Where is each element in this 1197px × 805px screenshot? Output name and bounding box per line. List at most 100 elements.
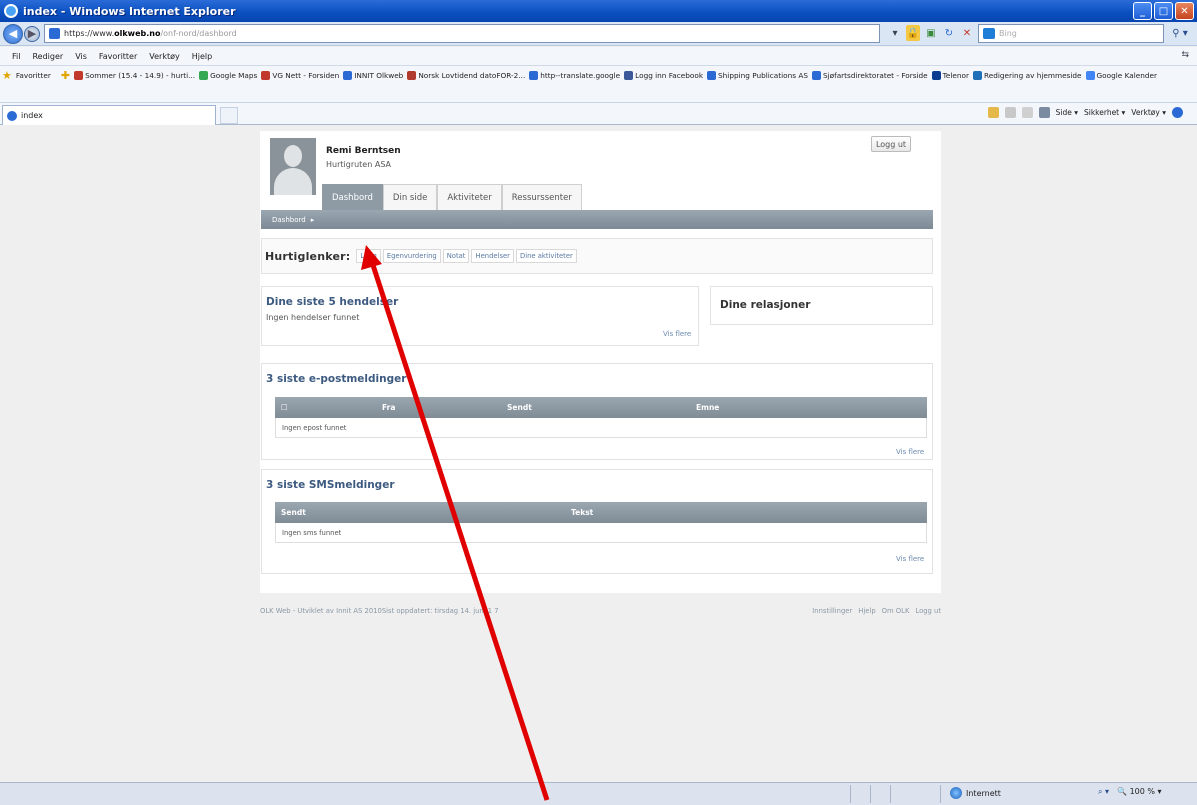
cmd-sikkerhet[interactable]: Sikkerhet ▾ — [1084, 108, 1125, 117]
favorites-button[interactable]: Favoritter — [16, 71, 51, 80]
sms-table: Sendt Tekst Ingen sms funnet — [275, 502, 927, 543]
tab-bar: index Side ▾ Sikkerhet ▾ Verktøy ▾ — [0, 103, 1197, 125]
favorite-site-icon — [343, 71, 353, 80]
tab-din-side[interactable]: Din side — [382, 184, 438, 210]
stop-icon[interactable]: ✕ — [960, 25, 974, 41]
home-icon[interactable] — [987, 107, 999, 118]
compatibility-icon[interactable]: ▣ — [924, 25, 938, 41]
help-icon[interactable] — [1172, 107, 1183, 118]
menu-favoritter[interactable]: Favoritter — [99, 52, 137, 61]
favorite-label: Logg inn Facebook — [635, 71, 704, 80]
forward-button[interactable]: ▶ — [24, 25, 40, 42]
breadcrumb-item[interactable]: Dashbord — [272, 216, 306, 224]
feeds-icon[interactable] — [1004, 107, 1016, 118]
maximize-button[interactable]: □ — [1154, 2, 1173, 20]
cmd-verktoy[interactable]: Verktøy ▾ — [1131, 108, 1166, 117]
window-titlebar: index - Windows Internet Explorer _ □ ✕ — [0, 0, 1197, 22]
footer-logg-ut[interactable]: Logg ut — [915, 607, 941, 615]
sms-more-link[interactable]: Vis flere — [896, 555, 924, 563]
favorite-link[interactable]: Telenor — [931, 71, 969, 80]
zoom-level[interactable]: 🔍 100 % ▾ — [1117, 787, 1162, 797]
print-icon[interactable] — [1038, 107, 1050, 118]
cmd-side[interactable]: Side ▾ — [1056, 108, 1078, 117]
add-favorite-icon[interactable]: ✚ — [61, 69, 70, 82]
favorites-star-icon[interactable]: ★ — [2, 69, 12, 82]
favorite-site-icon — [972, 71, 982, 80]
quicklink-logg[interactable]: Logg — [356, 249, 381, 263]
quicklink-hendelser[interactable]: Hendelser — [471, 249, 514, 263]
bing-icon — [983, 28, 995, 39]
favorite-link[interactable]: Google Kalender — [1085, 71, 1157, 80]
email-table-header: ☐ Fra Sendt Emne — [275, 397, 927, 418]
search-icon[interactable]: ⚲ ▾ — [1168, 25, 1192, 42]
footer-innstillinger[interactable]: Innstillinger — [812, 607, 852, 615]
favorite-link[interactable]: Sjøfartsdirektoratet - Forside — [812, 71, 928, 80]
footer-om-olk[interactable]: Om OLK — [882, 607, 910, 615]
search-input[interactable]: Bing — [978, 24, 1164, 43]
menu-verktoy[interactable]: Verktøy — [149, 52, 179, 61]
protected-mode-icon[interactable]: ⌕ ▾ — [1098, 787, 1109, 797]
sms-col-sendt[interactable]: Sendt — [281, 508, 306, 517]
email-select-icon[interactable]: ☐ — [281, 403, 288, 412]
favorite-label: VG Nett - Forsiden — [272, 71, 340, 80]
favorite-link[interactable]: http--translate.google — [529, 71, 620, 80]
tab-ressurssenter[interactable]: Ressurssenter — [501, 184, 582, 210]
menu-rediger[interactable]: Rediger — [32, 52, 63, 61]
quicklink-egenvurdering[interactable]: Egenvurdering — [382, 249, 441, 263]
favorite-link[interactable]: Logg inn Facebook — [624, 71, 703, 80]
tab-dashbord[interactable]: Dashbord — [322, 184, 383, 210]
favorite-label: Sjøfartsdirektoratet - Forside — [823, 71, 928, 80]
favorite-link[interactable]: Norsk Lovtidend datoFOR-2... — [407, 71, 525, 80]
avatar — [270, 138, 316, 195]
email-more-link[interactable]: Vis flere — [896, 448, 924, 456]
status-separator — [890, 785, 891, 803]
mail-icon[interactable] — [1021, 107, 1033, 118]
sms-empty-row: Ingen sms funnet — [275, 523, 927, 543]
refresh-icon[interactable]: ↻ — [942, 25, 956, 41]
email-table: ☐ Fra Sendt Emne Ingen epost funnet — [275, 397, 927, 438]
favorite-link[interactable]: Redigering av hjemmeside — [972, 71, 1082, 80]
user-company: Hurtigruten ASA — [326, 160, 392, 169]
minimize-button[interactable]: _ — [1133, 2, 1152, 20]
email-panel: 3 siste e-postmeldinger ☐ Fra Sendt Emne… — [261, 363, 933, 460]
favorite-link[interactable]: Shipping Publications AS — [707, 71, 808, 80]
email-col-sendt[interactable]: Sendt — [507, 403, 532, 412]
favorite-link[interactable]: Google Maps — [199, 71, 257, 80]
logout-button[interactable]: Logg ut — [871, 136, 911, 152]
events-more-link[interactable]: Vis flere — [663, 330, 691, 338]
back-button[interactable]: ◀ — [3, 23, 23, 44]
email-col-emne[interactable]: Emne — [696, 403, 719, 412]
relations-panel: Dine relasjoner — [710, 286, 933, 325]
sms-col-tekst[interactable]: Tekst — [571, 508, 593, 517]
menu-vis[interactable]: Vis — [75, 52, 87, 61]
quicklink-dine-aktiviteter[interactable]: Dine aktiviteter — [515, 249, 577, 263]
new-tab-button[interactable] — [220, 107, 238, 124]
address-bar[interactable]: https://www. olkweb.no/onf-nord/dashbord — [44, 24, 880, 43]
favorite-link[interactable]: VG Nett - Forsiden — [261, 71, 339, 80]
lock-icon[interactable]: 🔒 — [906, 25, 920, 41]
favorites-bar: ★ Favoritter ✚ Sommer (15.4 - 14.9) - hu… — [0, 66, 1197, 103]
browser-tab[interactable]: index — [2, 105, 216, 125]
translate-icon[interactable]: ⇆ — [1181, 50, 1189, 60]
security-zone[interactable]: Internett — [950, 787, 1001, 799]
email-col-fra[interactable]: Fra — [382, 403, 395, 412]
footer-text: OLK Web - Utviklet av Innit AS 2010Sist … — [260, 607, 499, 615]
quicklink-notat[interactable]: Notat — [442, 249, 470, 263]
tab-ie-icon — [7, 110, 17, 121]
sms-panel: 3 siste SMSmeldinger Sendt Tekst Ingen s… — [261, 469, 933, 574]
address-host: olkweb.no — [114, 29, 161, 38]
zone-label: Internett — [966, 788, 1001, 798]
tab-aktiviteter[interactable]: Aktiviteter — [437, 184, 502, 210]
menu-fil[interactable]: Fil — [12, 52, 20, 61]
favorite-label: Google Kalender — [1096, 71, 1157, 80]
events-title: Dine siste 5 hendelser — [266, 296, 399, 308]
dropdown-arrow-icon[interactable]: ▾ — [888, 25, 902, 41]
favorite-link[interactable]: Sommer (15.4 - 14.9) - hurti... — [74, 71, 195, 80]
footer-hjelp[interactable]: Hjelp — [858, 607, 875, 615]
close-button[interactable]: ✕ — [1175, 2, 1194, 20]
favorite-link[interactable]: INNIT Olkweb — [343, 71, 403, 80]
address-toolbar: ◀ ▶ https://www. olkweb.no/onf-nord/dashb… — [0, 22, 1197, 46]
favorite-site-icon — [407, 71, 417, 80]
menu-hjelp[interactable]: Hjelp — [192, 52, 212, 61]
status-separator — [850, 785, 851, 803]
